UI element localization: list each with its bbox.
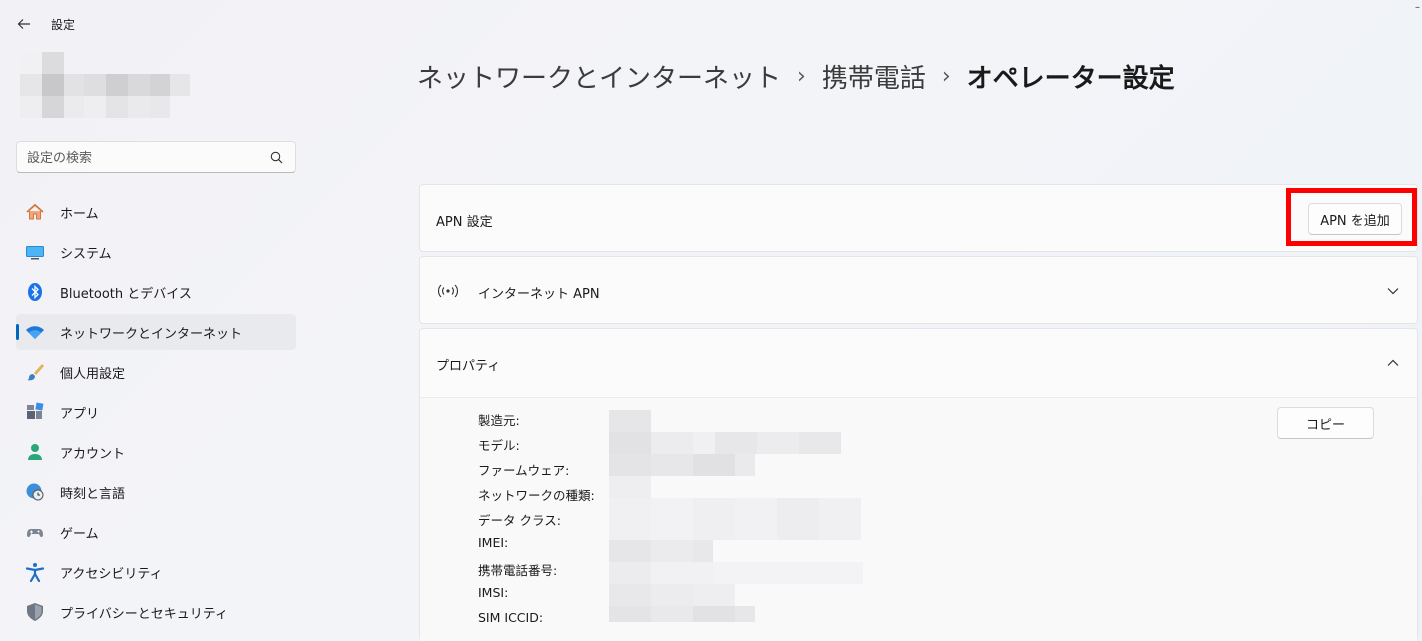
breadcrumb-network-link[interactable]: ネットワークとインターネット bbox=[417, 58, 781, 95]
sidebar-item-personalization[interactable]: 個人用設定 bbox=[16, 354, 296, 390]
arrow-left-icon bbox=[17, 19, 30, 29]
sidebar-item-system[interactable]: システム bbox=[16, 234, 296, 270]
globe-clock-icon bbox=[25, 482, 45, 502]
internet-apn-label: インターネット APN bbox=[478, 287, 600, 302]
page-title: オペレーター設定 bbox=[966, 63, 1175, 94]
shield-icon bbox=[25, 602, 45, 622]
chevron-right-icon: › bbox=[941, 63, 951, 89]
sidebar-item-apps[interactable]: アプリ bbox=[16, 394, 296, 430]
sidebar-item-accounts[interactable]: アカウント bbox=[16, 434, 296, 470]
property-manufacturer-label: 製造元: bbox=[478, 413, 520, 428]
minimize-button[interactable]: – bbox=[1415, 2, 1420, 13]
sidebar-item-time-language[interactable]: 時刻と言語 bbox=[16, 474, 296, 510]
sidebar-nav: ホーム システム Bluetooth とデバイス ネットワークとインターネット … bbox=[16, 194, 296, 634]
internet-apn-card[interactable]: インターネット APN bbox=[419, 256, 1418, 324]
app-title: 設定 bbox=[51, 18, 76, 32]
settings-search-box[interactable] bbox=[16, 141, 296, 173]
settings-window: 設定 – ホーム bbox=[0, 0, 1422, 641]
gamepad-icon bbox=[25, 522, 45, 542]
breadcrumb-cellular-link[interactable]: 携帯電話 bbox=[822, 58, 926, 95]
paintbrush-icon bbox=[25, 362, 45, 382]
property-sim-iccid-label: SIM ICCID: bbox=[478, 610, 544, 625]
sidebar-item-bluetooth[interactable]: Bluetooth とデバイス bbox=[16, 274, 296, 310]
back-button[interactable] bbox=[10, 10, 38, 38]
person-icon bbox=[25, 442, 45, 462]
sidebar-item-label: Bluetooth とデバイス bbox=[60, 286, 192, 302]
apps-icon bbox=[25, 402, 45, 422]
home-icon bbox=[25, 202, 45, 222]
search-icon[interactable] bbox=[270, 151, 283, 164]
apn-settings-label: APN 設定 bbox=[436, 215, 493, 230]
property-data-class-label: データ クラス: bbox=[478, 513, 561, 528]
chevron-right-icon: › bbox=[797, 63, 806, 89]
highlight-annotation-box bbox=[1286, 188, 1417, 246]
search-input[interactable] bbox=[27, 148, 267, 168]
properties-body: 製造元: モデル: ファームウェア: ネットワークの種類: データ クラス: I… bbox=[420, 397, 1417, 641]
monitor-icon bbox=[25, 242, 45, 262]
property-phone-number-label: 携帯電話番号: bbox=[478, 563, 558, 578]
property-imsi-label: IMSI: bbox=[478, 585, 509, 600]
cellular-broadcast-icon bbox=[437, 284, 459, 298]
sidebar-item-label: 時刻と言語 bbox=[60, 486, 126, 502]
sidebar-item-label: アクセシビリティ bbox=[60, 566, 163, 582]
sidebar-item-gaming[interactable]: ゲーム bbox=[16, 514, 296, 550]
profile-avatar-blurred bbox=[20, 52, 190, 118]
property-firmware-label: ファームウェア: bbox=[478, 463, 570, 478]
chevron-up-icon[interactable] bbox=[1386, 356, 1400, 370]
sidebar-item-label: アカウント bbox=[60, 446, 126, 462]
chevron-down-icon[interactable] bbox=[1386, 284, 1400, 298]
sidebar-item-network[interactable]: ネットワークとインターネット bbox=[16, 314, 296, 350]
property-imei-label: IMEI: bbox=[478, 535, 509, 550]
sidebar-item-label: アプリ bbox=[60, 406, 100, 422]
property-network-type-label: ネットワークの種類: bbox=[478, 488, 595, 503]
title-bar: 設定 – bbox=[0, 0, 1422, 48]
properties-label: プロパティ bbox=[436, 359, 501, 374]
sidebar-item-label: ネットワークとインターネット bbox=[60, 326, 243, 342]
sidebar-item-label: システム bbox=[60, 246, 112, 262]
wifi-icon bbox=[25, 322, 45, 342]
sidebar-item-label: 個人用設定 bbox=[60, 366, 126, 382]
apn-settings-card: APN 設定 APN を追加 bbox=[419, 184, 1418, 252]
properties-card: プロパティ 製造元: モデル: ファームウェア: ネットワークの種類: データ … bbox=[419, 328, 1418, 641]
property-model-label: モデル: bbox=[478, 438, 520, 453]
breadcrumb: ネットワークとインターネット › 携帯電話 › オペレーター設定 bbox=[417, 56, 1175, 96]
sidebar-item-label: プライバシーとセキュリティ bbox=[60, 606, 228, 622]
sidebar-item-accessibility[interactable]: アクセシビリティ bbox=[16, 554, 296, 590]
bluetooth-icon bbox=[25, 282, 45, 302]
sidebar-item-label: ゲーム bbox=[60, 526, 99, 542]
accessibility-icon bbox=[25, 562, 45, 582]
sidebar-item-home[interactable]: ホーム bbox=[16, 194, 296, 230]
sidebar-item-privacy[interactable]: プライバシーとセキュリティ bbox=[16, 594, 296, 630]
copy-button[interactable]: コピー bbox=[1277, 407, 1374, 439]
sidebar-item-label: ホーム bbox=[60, 206, 99, 222]
redacted-values-mosaic bbox=[609, 410, 869, 622]
